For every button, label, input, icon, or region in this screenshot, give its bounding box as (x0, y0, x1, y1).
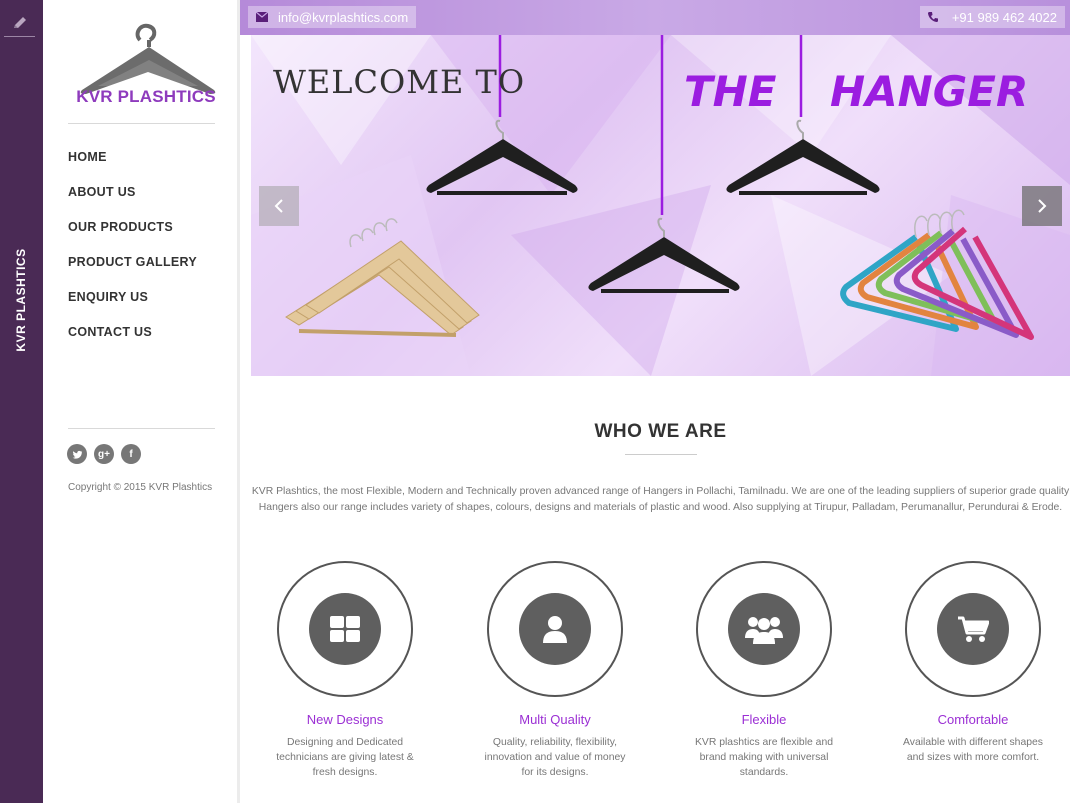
feature-circle[interactable] (487, 561, 623, 697)
nav-item-product-gallery[interactable]: PRODUCT GALLERY (68, 252, 197, 287)
feature-title: Comfortable (937, 712, 1009, 727)
grid-icon (330, 616, 360, 642)
vertical-brand-label: KVR PLASHTICS (14, 248, 28, 352)
user-icon (543, 616, 567, 643)
about-paragraph: KVR Plashtics, the most Flexible, Modern… (251, 486, 1070, 513)
feature-circle[interactable] (696, 561, 832, 697)
phone-link[interactable]: +91 989 462 4022 (919, 6, 1065, 28)
nav-item-our-products[interactable]: OUR PRODUCTS (68, 217, 197, 252)
copyright-text: Copyright © 2015 KVR Plashtics (68, 482, 213, 493)
main-nav: HOME ABOUT US OUR PRODUCTS PRODUCT GALLE… (68, 147, 197, 357)
feature-circle[interactable] (277, 561, 413, 697)
hero-hanger-text: HANGER (830, 67, 1029, 116)
strip-divider (4, 36, 35, 37)
shopping-cart-icon (958, 616, 989, 642)
feature-description: Available with different shapes and size… (903, 737, 1043, 763)
feature-title: New Designs (306, 712, 384, 727)
chevron-right-icon (1038, 199, 1047, 213)
phone-text: +91 989 462 4022 (951, 9, 1057, 25)
feature-new-designs: New Designs Designing and Dedicated tech… (245, 561, 445, 780)
feature-description: Designing and Dedicated technicians are … (276, 737, 414, 778)
slider-next-button[interactable] (1022, 186, 1062, 226)
feature-title: Flexible (741, 712, 787, 727)
feature-description: KVR plashtics are flexible and brand mak… (694, 737, 834, 778)
section-title: WHO WE ARE (594, 421, 727, 442)
feature-title: Multi Quality (519, 712, 591, 727)
feature-circle[interactable] (905, 561, 1041, 697)
nav-item-home[interactable]: HOME (68, 147, 197, 182)
email-text: info@kvrplashtics.com (278, 9, 409, 25)
nav-item-contact-us[interactable]: CONTACT US (68, 322, 197, 357)
twitter-icon[interactable] (67, 444, 87, 464)
side-strip: KVR PLASHTICS (0, 0, 43, 803)
nav-item-about-us[interactable]: ABOUT US (68, 182, 197, 217)
sidebar-divider-bottom (68, 428, 215, 429)
hero-the-text: THE (684, 67, 777, 116)
feature-multi-quality: Multi Quality Quality, reliability, flex… (455, 561, 655, 780)
social-links: g+ f (67, 444, 141, 464)
pencil-icon[interactable] (11, 14, 29, 32)
users-icon (745, 617, 783, 644)
nav-item-enquiry-us[interactable]: ENQUIRY US (68, 287, 197, 322)
feature-flexible: Flexible KVR plashtics are flexible and … (664, 561, 864, 780)
logo-text: KVR PLASHTICS (76, 87, 216, 106)
email-link[interactable]: info@kvrplashtics.com (248, 6, 417, 28)
facebook-icon[interactable]: f (121, 444, 141, 464)
slider-prev-button[interactable] (259, 186, 299, 226)
google-plus-icon[interactable]: g+ (94, 444, 114, 464)
top-contact-bar: info@kvrplashtics.com +91 989 462 4022 (240, 0, 1070, 35)
feature-comfortable: Comfortable Available with different sha… (873, 561, 1070, 765)
sidebar-divider-top (68, 123, 215, 124)
phone-icon (927, 11, 938, 22)
chevron-left-icon (274, 199, 283, 213)
envelope-icon (256, 12, 268, 22)
feature-description: Quality, reliability, flexibility, innov… (484, 737, 626, 778)
sidebar: KVR PLASHTICS HOME ABOUT US OUR PRODUCTS… (43, 0, 240, 803)
hero-slider: WELCOME TO THE HANGER (251, 35, 1070, 376)
hero-welcome-text: WELCOME TO (273, 63, 526, 101)
section-title-underline (625, 454, 697, 455)
